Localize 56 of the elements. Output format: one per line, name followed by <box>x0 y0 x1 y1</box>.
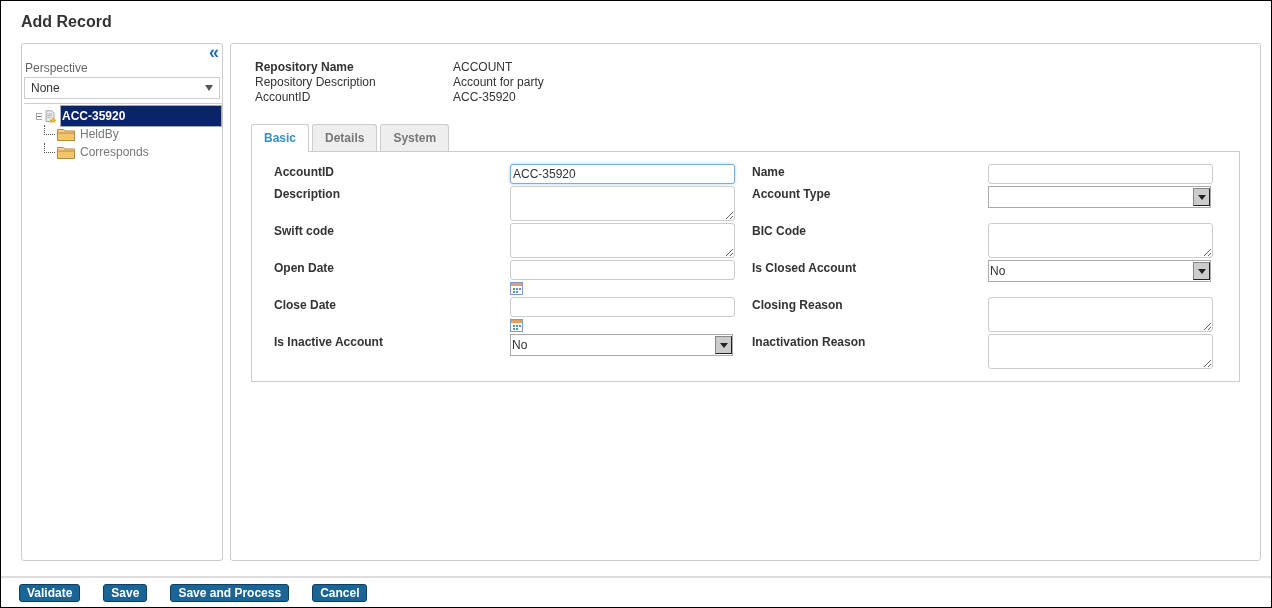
text-area[interactable] <box>510 186 735 221</box>
field-label: Close Date <box>274 297 338 312</box>
folder-icon <box>57 145 75 159</box>
dropdown-button[interactable] <box>1193 188 1210 206</box>
dropdown-field[interactable]: No <box>988 260 1211 282</box>
caret-icon <box>719 342 728 348</box>
text-area[interactable] <box>510 223 735 258</box>
caret-icon <box>205 85 213 91</box>
tree-item[interactable]: HeldBy <box>77 126 122 142</box>
date-field[interactable] <box>510 260 735 280</box>
info-value: ACCOUNT <box>453 60 514 74</box>
tab[interactable]: System <box>380 124 450 151</box>
dropdown-button[interactable] <box>715 336 732 354</box>
date-field[interactable] <box>510 297 735 317</box>
dropdown-field[interactable] <box>988 186 1211 208</box>
text-field[interactable]: ACC-35920 <box>510 164 735 184</box>
tree-item[interactable]: ACC-35920 <box>59 105 222 127</box>
caret-icon <box>1197 194 1206 200</box>
info-value: Account for party <box>453 75 545 89</box>
action-button[interactable]: Save and Process <box>170 584 290 602</box>
field-label: Open Date <box>274 260 335 275</box>
document-icon <box>45 107 57 125</box>
field-label: Swift code <box>274 223 335 238</box>
dropdown-button[interactable] <box>1193 262 1210 280</box>
calendar-icon[interactable] <box>510 319 523 332</box>
caret-icon <box>1197 268 1206 274</box>
info-label: Repository Description <box>255 75 377 89</box>
field-label: Is Closed Account <box>752 260 858 275</box>
field-label: Description <box>274 186 341 201</box>
field-label: Account Type <box>752 186 832 201</box>
window-title: Add Record <box>20 12 113 32</box>
info-label: AccountID <box>255 90 312 104</box>
calendar-icon[interactable] <box>510 282 523 295</box>
minus-icon[interactable] <box>36 111 43 121</box>
tree-item[interactable]: Corresponds <box>77 144 152 160</box>
perspective-label: Perspective <box>25 61 89 75</box>
perspective-dropdown[interactable]: None <box>24 77 220 99</box>
field-label: Closing Reason <box>752 297 844 312</box>
collapse-button[interactable]: « <box>209 45 219 59</box>
tab[interactable]: Details <box>312 124 378 151</box>
action-button[interactable]: Save <box>103 584 148 602</box>
field-label: Inactivation Reason <box>752 334 867 349</box>
info-label: Repository Name <box>255 60 355 74</box>
action-button[interactable]: Validate <box>19 584 81 602</box>
field-label: AccountID <box>274 164 335 179</box>
field-label: BIC Code <box>752 223 807 238</box>
text-area[interactable] <box>988 297 1213 332</box>
tab[interactable]: Basic <box>251 124 310 152</box>
text-area[interactable] <box>988 334 1213 369</box>
field-label: Is Inactive Account <box>274 334 384 349</box>
folder-icon <box>57 127 75 141</box>
dropdown-field[interactable]: No <box>510 334 733 356</box>
field-label: Name <box>752 164 786 179</box>
text-field[interactable] <box>988 164 1213 184</box>
info-value: ACC-35920 <box>453 90 517 104</box>
action-button[interactable]: Cancel <box>312 584 368 602</box>
